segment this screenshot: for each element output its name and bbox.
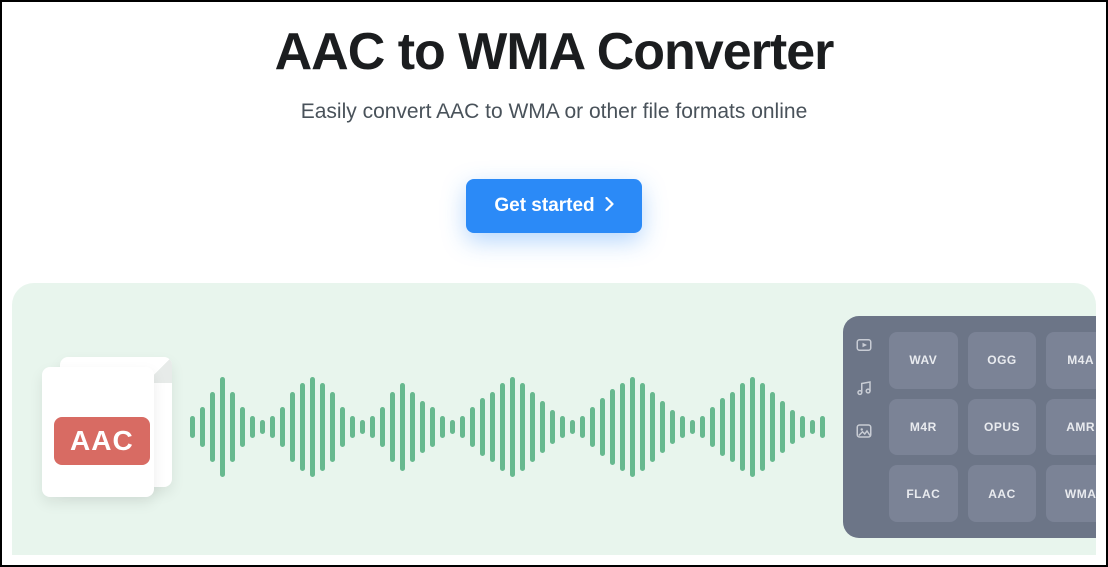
- get-started-button[interactable]: Get started: [466, 179, 641, 233]
- image-category-icon: [855, 422, 877, 445]
- waveform-bar: [360, 420, 365, 434]
- waveform-bar: [550, 410, 555, 444]
- format-tile-m4r[interactable]: M4R: [889, 399, 958, 456]
- waveform-bar: [540, 401, 545, 453]
- waveform-bar: [430, 407, 435, 447]
- waveform-bar: [760, 383, 765, 471]
- waveform-bar: [580, 416, 585, 438]
- waveform-bar: [750, 377, 755, 477]
- waveform-bar: [220, 377, 225, 477]
- format-tile-opus[interactable]: OPUS: [968, 399, 1037, 456]
- format-tile-ogg[interactable]: OGG: [968, 332, 1037, 389]
- waveform-bar: [490, 392, 495, 462]
- chevron-right-icon: [605, 195, 614, 217]
- format-tile-wav[interactable]: WAV: [889, 332, 958, 389]
- waveform-bar: [500, 383, 505, 471]
- format-tile-aac[interactable]: AAC: [968, 465, 1037, 522]
- format-tile-flac[interactable]: FLAC: [889, 465, 958, 522]
- waveform-bar: [210, 392, 215, 462]
- waveform-bar: [530, 392, 535, 462]
- waveform-bar: [260, 420, 265, 434]
- waveform-bar: [730, 392, 735, 462]
- waveform-bar: [690, 420, 695, 434]
- waveform-bar: [240, 407, 245, 447]
- video-category-icon: [855, 336, 877, 359]
- format-tile-wma[interactable]: WMA: [1046, 465, 1096, 522]
- waveform-bar: [440, 416, 445, 438]
- format-tile-m4a[interactable]: M4A: [1046, 332, 1096, 389]
- waveform-icon: [172, 367, 843, 487]
- waveform-bar: [280, 407, 285, 447]
- waveform-bar: [680, 416, 685, 438]
- illustration-banner: AAC WAVOGGM4AM4ROPUSAMRFLACAACWMA: [12, 283, 1096, 555]
- waveform-bar: [230, 392, 235, 462]
- waveform-bar: [810, 420, 815, 434]
- waveform-bar: [390, 392, 395, 462]
- waveform-bar: [740, 383, 745, 471]
- source-file-icon: AAC: [42, 357, 172, 497]
- waveform-bar: [720, 398, 725, 456]
- waveform-bar: [310, 377, 315, 477]
- format-panel: WAVOGGM4A M4ROPUSAMR FLACAACWMA: [843, 316, 1096, 538]
- waveform-bar: [710, 407, 715, 447]
- waveform-bar: [300, 383, 305, 471]
- waveform-bar: [200, 407, 205, 447]
- waveform-bar: [350, 416, 355, 438]
- waveform-bar: [640, 383, 645, 471]
- waveform-bar: [510, 377, 515, 477]
- waveform-bar: [600, 398, 605, 456]
- waveform-bar: [770, 392, 775, 462]
- waveform-bar: [450, 420, 455, 434]
- waveform-bar: [610, 389, 615, 465]
- waveform-bar: [700, 416, 705, 438]
- page-title: AAC to WMA Converter: [275, 22, 834, 82]
- get-started-label: Get started: [494, 195, 594, 217]
- waveform-bar: [290, 392, 295, 462]
- waveform-bar: [630, 377, 635, 477]
- waveform-bar: [460, 416, 465, 438]
- source-format-badge: AAC: [54, 417, 150, 465]
- audio-category-icon: [855, 379, 877, 402]
- waveform-bar: [470, 407, 475, 447]
- waveform-bar: [410, 392, 415, 462]
- waveform-bar: [370, 416, 375, 438]
- page-subtitle: Easily convert AAC to WMA or other file …: [301, 100, 808, 124]
- waveform-bar: [670, 410, 675, 444]
- waveform-bar: [780, 401, 785, 453]
- waveform-bar: [330, 392, 335, 462]
- waveform-bar: [520, 383, 525, 471]
- waveform-bar: [560, 416, 565, 438]
- waveform-bar: [820, 416, 825, 438]
- waveform-bar: [250, 416, 255, 438]
- waveform-bar: [270, 416, 275, 438]
- waveform-bar: [420, 401, 425, 453]
- waveform-bar: [650, 392, 655, 462]
- waveform-bar: [660, 401, 665, 453]
- waveform-bar: [380, 407, 385, 447]
- waveform-bar: [790, 410, 795, 444]
- waveform-bar: [590, 407, 595, 447]
- waveform-bar: [570, 420, 575, 434]
- waveform-bar: [480, 398, 485, 456]
- format-tile-amr[interactable]: AMR: [1046, 399, 1096, 456]
- waveform-bar: [340, 407, 345, 447]
- waveform-bar: [190, 416, 195, 438]
- waveform-bar: [800, 416, 805, 438]
- waveform-bar: [620, 383, 625, 471]
- waveform-bar: [320, 383, 325, 471]
- waveform-bar: [400, 383, 405, 471]
